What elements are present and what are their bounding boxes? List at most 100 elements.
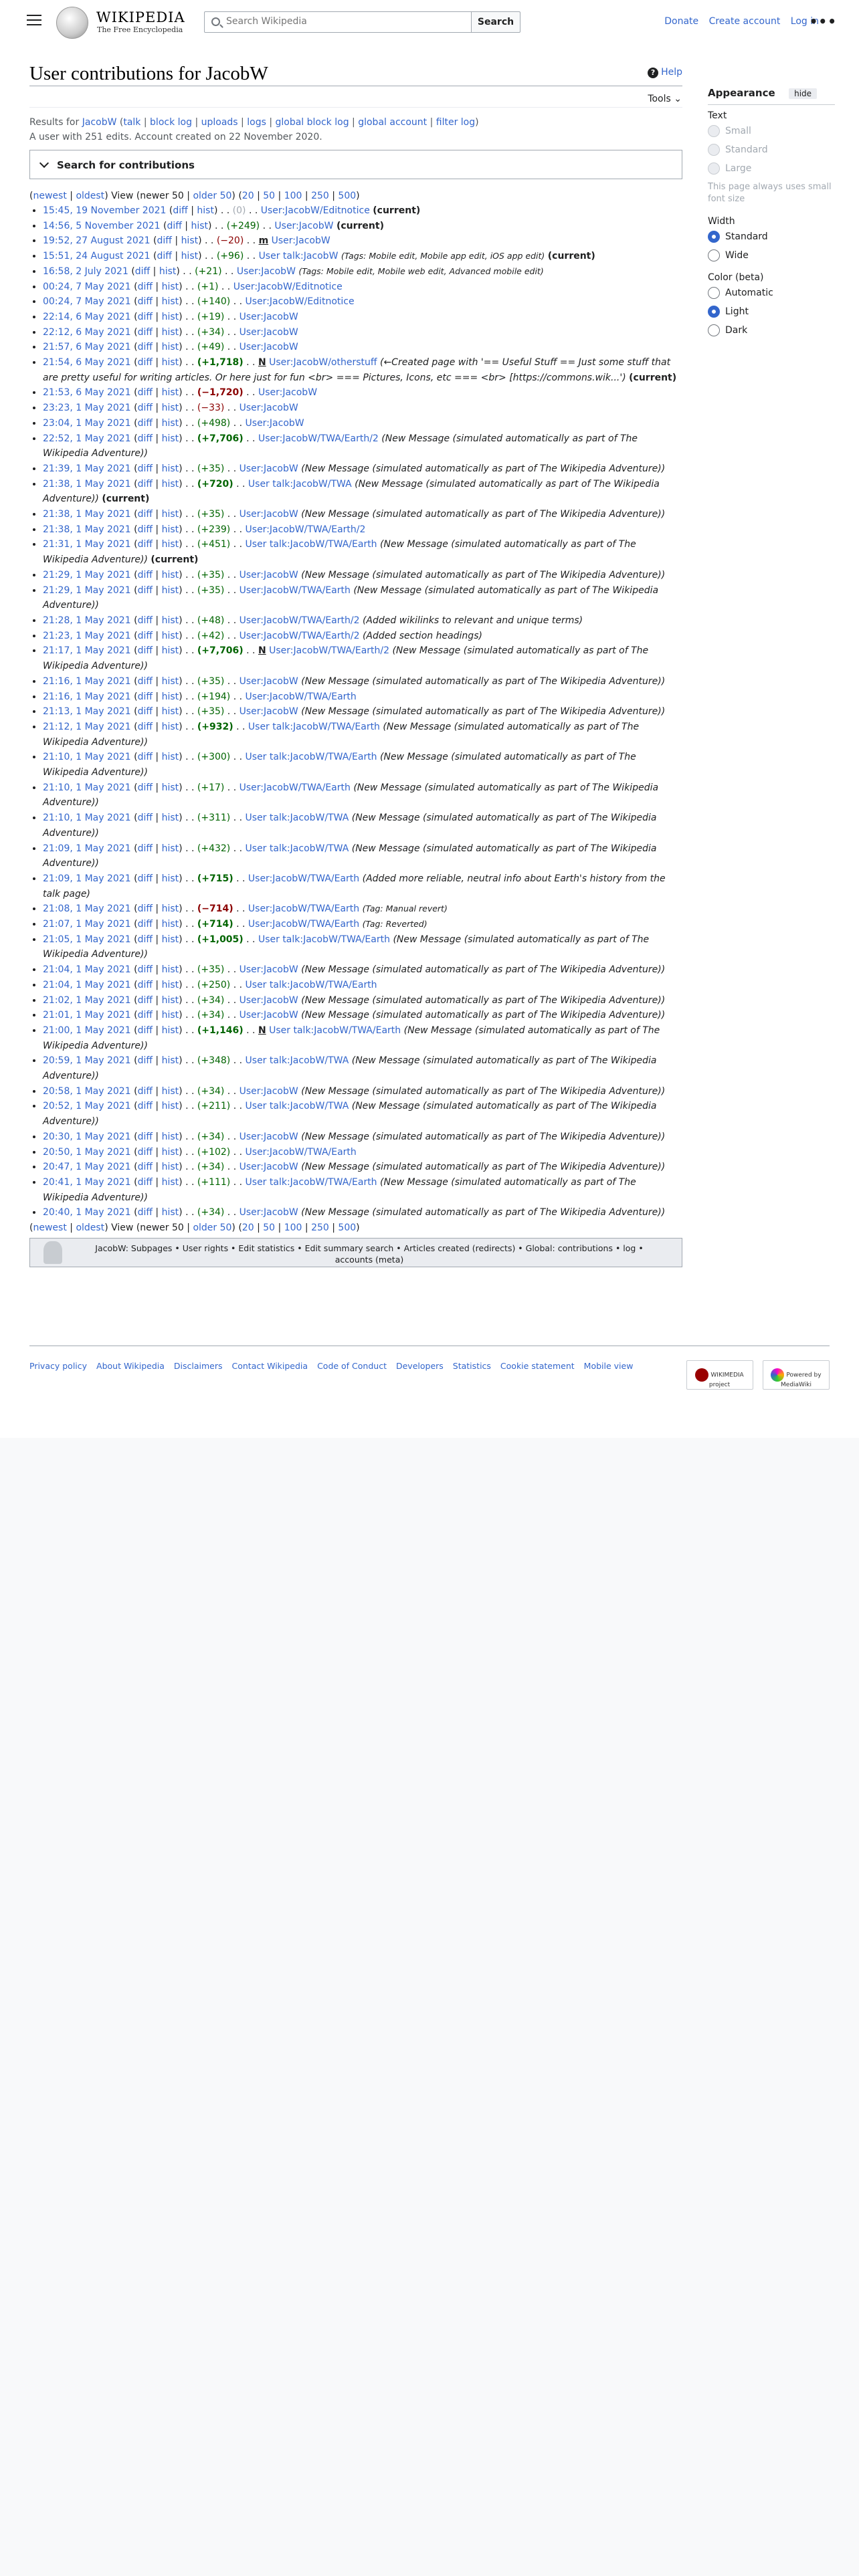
page-link[interactable]: User:JacobW: [240, 1010, 298, 1021]
hist-link[interactable]: hist: [162, 585, 179, 596]
wikipedia-globe-logo[interactable]: [56, 7, 88, 39]
user-link[interactable]: JacobW: [82, 117, 117, 128]
older-link[interactable]: older 50: [193, 191, 231, 201]
user-tool-link[interactable]: global account: [358, 117, 427, 128]
diff-link[interactable]: diff: [138, 1010, 153, 1021]
page-link[interactable]: User talk:JacobW/TWA/Earth: [246, 1177, 377, 1188]
hist-link[interactable]: hist: [162, 357, 179, 368]
contribution-date-link[interactable]: 21:29, 1 May 2021: [43, 585, 131, 596]
contribution-date-link[interactable]: 21:13, 1 May 2021: [43, 706, 131, 717]
page-link[interactable]: User:JacobW: [240, 1207, 298, 1218]
user-tool-link[interactable]: talk: [123, 117, 140, 128]
limit-link[interactable]: 100: [284, 191, 302, 201]
diff-link[interactable]: diff: [138, 782, 153, 793]
page-link[interactable]: User:JacobW: [272, 235, 330, 246]
contribution-date-link[interactable]: 21:38, 1 May 2021: [43, 509, 131, 520]
hist-link[interactable]: hist: [159, 266, 177, 277]
color-light-radio[interactable]: Light: [708, 306, 835, 318]
diff-link[interactable]: diff: [138, 433, 153, 444]
contribution-date-link[interactable]: 20:47, 1 May 2021: [43, 1162, 131, 1172]
tools-label[interactable]: Tools: [648, 94, 671, 104]
diff-link[interactable]: diff: [135, 266, 150, 277]
contribution-date-link[interactable]: 19:52, 27 August 2021: [43, 235, 151, 246]
diff-link[interactable]: diff: [138, 524, 153, 535]
page-link[interactable]: User talk:JacobW/TWA/Earth: [248, 722, 380, 732]
page-link[interactable]: User:JacobW/TWA/Earth/2: [240, 631, 360, 641]
page-link[interactable]: User:JacobW/TWA/Earth: [240, 782, 351, 793]
page-link[interactable]: User:JacobW: [240, 570, 298, 580]
page-link[interactable]: User talk:JacobW/TWA/Earth: [246, 752, 377, 762]
wikimedia-badge[interactable]: WIKIMEDIA project: [686, 1360, 753, 1390]
page-link[interactable]: User talk:JacobW/TWA: [246, 813, 349, 823]
diff-link[interactable]: diff: [138, 327, 153, 338]
contribution-date-link[interactable]: 15:45, 19 November 2021: [43, 205, 166, 216]
page-link[interactable]: User:JacobW: [240, 1162, 298, 1172]
page-link[interactable]: User talk:JacobW/TWA: [246, 1055, 349, 1066]
page-link[interactable]: User:JacobW/TWA/Earth: [248, 873, 359, 884]
page-link[interactable]: User:JacobW/TWA/Earth: [240, 585, 351, 596]
contribution-date-link[interactable]: 20:58, 1 May 2021: [43, 1086, 131, 1097]
page-link[interactable]: User:JacobW/TWA/Earth: [248, 903, 359, 914]
contribution-date-link[interactable]: 21:01, 1 May 2021: [43, 1010, 131, 1021]
contribution-date-link[interactable]: 21:00, 1 May 2021: [43, 1025, 131, 1036]
contribution-date-link[interactable]: 21:17, 1 May 2021: [43, 645, 131, 656]
logo-wordmark[interactable]: WIKIPEDIA: [96, 9, 185, 25]
contribution-date-link[interactable]: 20:41, 1 May 2021: [43, 1177, 131, 1188]
contribution-date-link[interactable]: 21:10, 1 May 2021: [43, 752, 131, 762]
hist-link[interactable]: hist: [162, 631, 179, 641]
hist-link[interactable]: hist: [162, 676, 179, 687]
hist-link[interactable]: hist: [162, 463, 179, 474]
diff-link[interactable]: diff: [138, 631, 153, 641]
diff-link[interactable]: diff: [138, 752, 153, 762]
page-link[interactable]: User:JacobW/TWA/Earth: [246, 1147, 357, 1158]
contribution-date-link[interactable]: 22:52, 1 May 2021: [43, 433, 131, 444]
contribution-date-link[interactable]: 21:29, 1 May 2021: [43, 570, 131, 580]
contribution-date-link[interactable]: 21:38, 1 May 2021: [43, 524, 131, 535]
hist-link[interactable]: hist: [162, 1025, 179, 1036]
contribution-date-link[interactable]: 21:16, 1 May 2021: [43, 691, 131, 702]
contribution-date-link[interactable]: 21:10, 1 May 2021: [43, 782, 131, 793]
hist-link[interactable]: hist: [162, 813, 179, 823]
page-link[interactable]: User:JacobW: [240, 509, 298, 520]
page-link[interactable]: User:JacobW: [240, 995, 298, 1006]
hist-link[interactable]: hist: [162, 1086, 179, 1097]
color-dark-radio[interactable]: Dark: [708, 324, 835, 336]
page-link[interactable]: User:JacobW/TWA/Earth: [248, 919, 359, 930]
hist-link[interactable]: hist: [162, 387, 179, 398]
hist-link[interactable]: hist: [162, 1147, 179, 1158]
diff-link[interactable]: diff: [138, 1207, 153, 1218]
limit-link[interactable]: 20: [242, 1222, 254, 1233]
hist-link[interactable]: hist: [181, 235, 199, 246]
limit-link[interactable]: 100: [284, 1222, 302, 1233]
hist-link[interactable]: hist: [162, 934, 179, 945]
diff-link[interactable]: diff: [138, 873, 153, 884]
text-small-radio[interactable]: Small: [708, 125, 835, 137]
contribution-date-link[interactable]: 20:50, 1 May 2021: [43, 1147, 131, 1158]
hist-link[interactable]: hist: [162, 479, 179, 490]
diff-link[interactable]: diff: [138, 1086, 153, 1097]
limit-link[interactable]: 250: [311, 1222, 329, 1233]
diff-link[interactable]: diff: [138, 980, 153, 990]
newest-link[interactable]: newest: [33, 191, 66, 201]
contribution-date-link[interactable]: 21:57, 6 May 2021: [43, 342, 131, 352]
diff-link[interactable]: diff: [138, 509, 153, 520]
page-link[interactable]: User:JacobW: [274, 221, 333, 231]
oldest-link[interactable]: oldest: [76, 1222, 104, 1233]
page-link[interactable]: User talk:JacobW/TWA/Earth: [246, 539, 377, 550]
page-link[interactable]: User talk:JacobW/TWA/Earth: [246, 980, 377, 990]
search-box[interactable]: [204, 11, 472, 33]
user-tool-link[interactable]: uploads: [201, 117, 238, 128]
page-link[interactable]: User:JacobW: [240, 706, 298, 717]
disclaimers-link[interactable]: Disclaimers: [174, 1361, 223, 1371]
diff-link[interactable]: diff: [138, 342, 153, 352]
more-options-icon[interactable]: •••: [809, 13, 837, 29]
limit-link[interactable]: 20: [242, 191, 254, 201]
contribution-date-link[interactable]: 20:40, 1 May 2021: [43, 1207, 131, 1218]
contribution-date-link[interactable]: 00:24, 7 May 2021: [43, 282, 131, 292]
diff-link[interactable]: diff: [138, 403, 153, 413]
page-link[interactable]: User talk:JacobW/TWA: [248, 479, 352, 490]
page-link[interactable]: User:JacobW: [240, 312, 298, 322]
hist-link[interactable]: hist: [162, 752, 179, 762]
diff-link[interactable]: diff: [138, 539, 153, 550]
user-tool-link[interactable]: filter log: [436, 117, 475, 128]
